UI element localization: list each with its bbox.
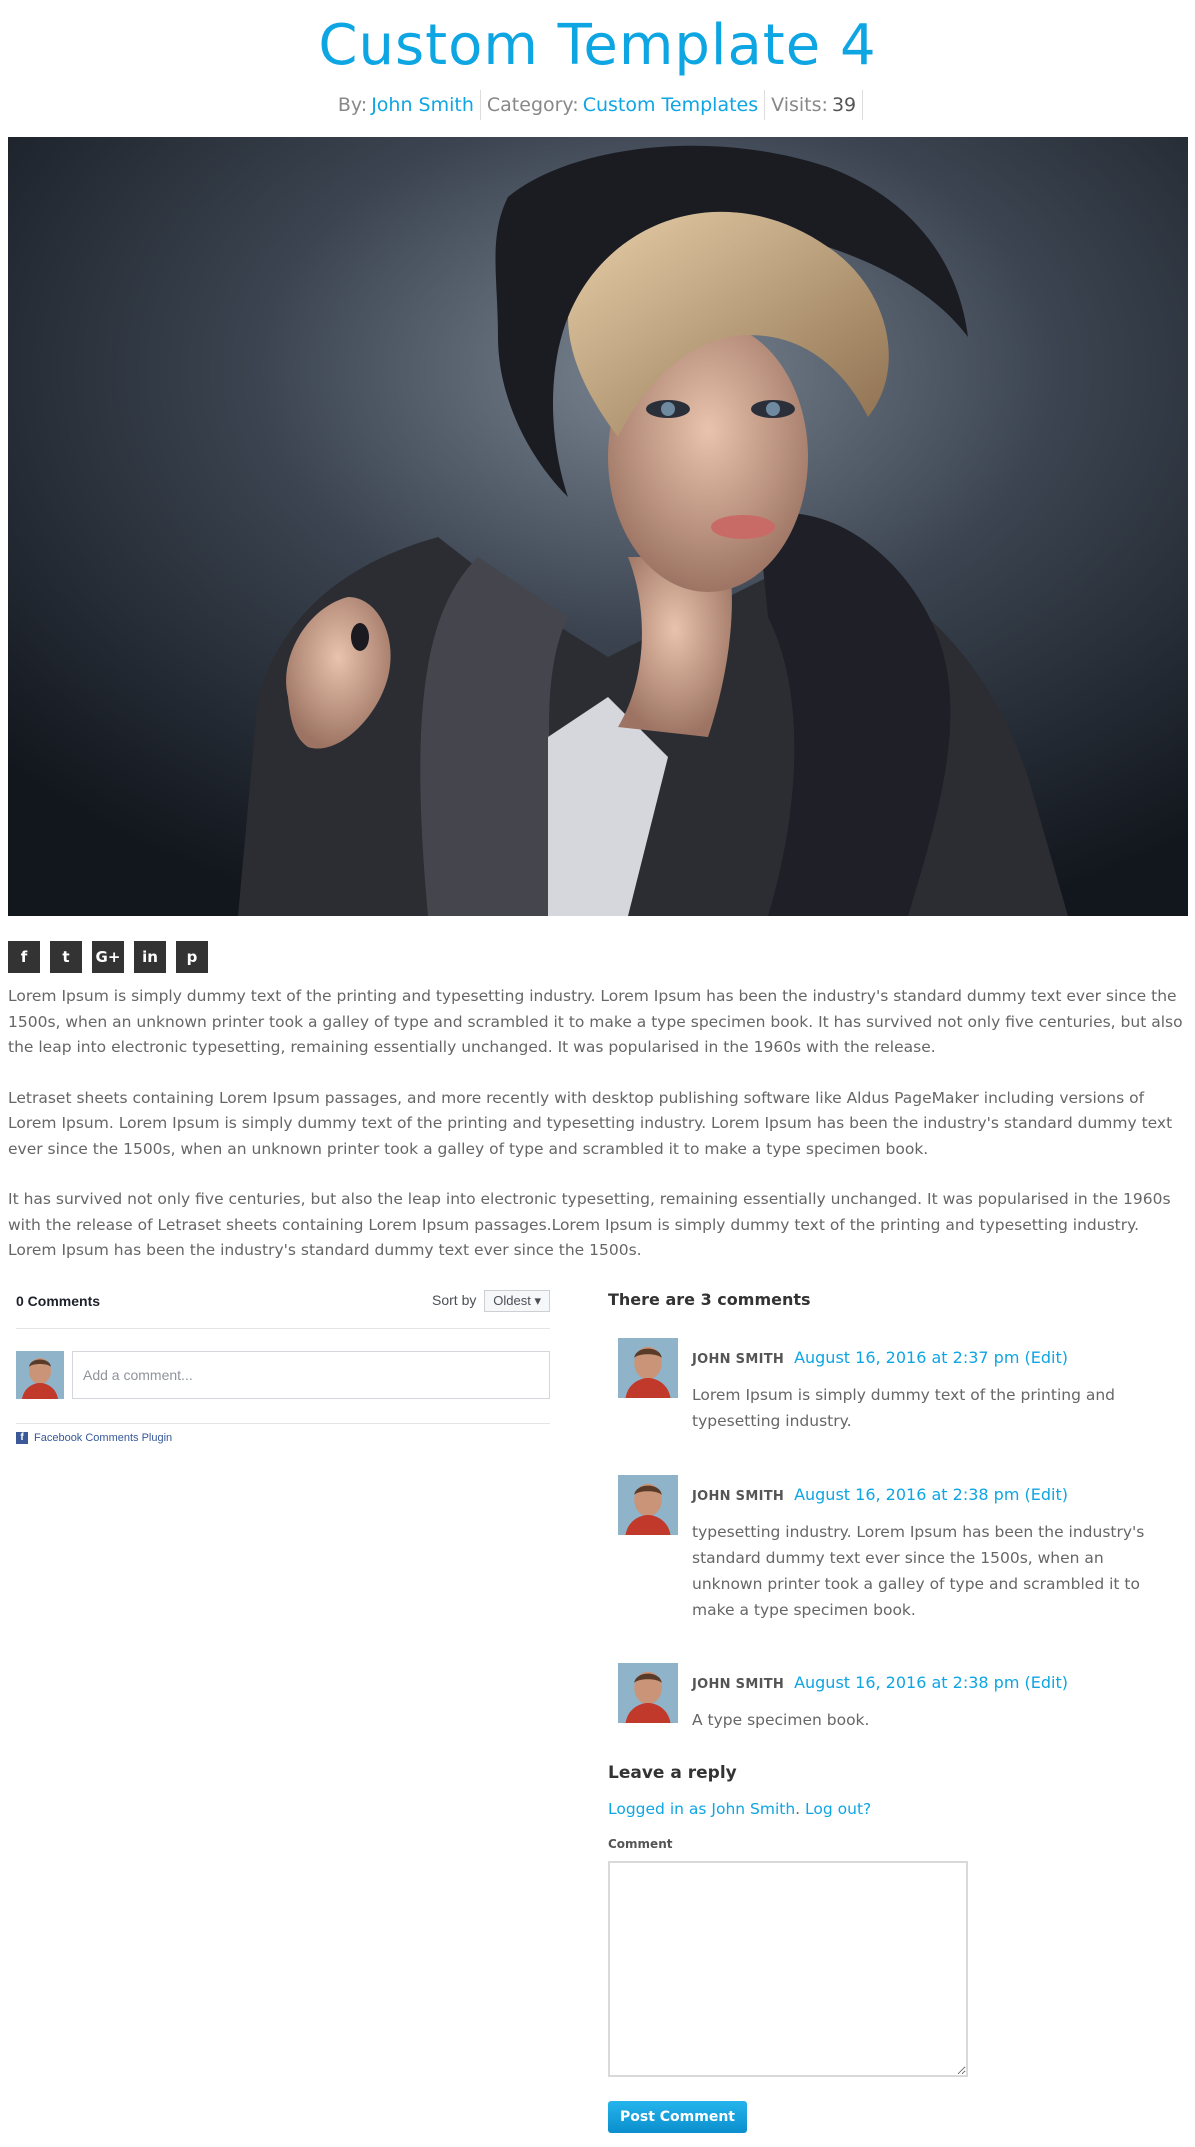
- comment-text: A type specimen book.: [692, 1711, 870, 1729]
- category-link[interactable]: Custom Templates: [583, 94, 758, 116]
- comments-section: There are 3 comments JOHN SMITH August 16…: [608, 1286, 1188, 1729]
- post-meta: By: John Smith Category: Custom Templates …: [0, 90, 1195, 120]
- facebook-comments-widget: 0 Comments Sort by Oldest ▾ Add a commen…: [16, 1286, 550, 1444]
- fb-comment-input[interactable]: Add a comment...: [72, 1351, 550, 1399]
- comment-meta: JOHN SMITH August 16, 2016 at 2:37 pm (Ed…: [692, 1348, 1068, 1370]
- comment-date-link[interactable]: August 16, 2016 at 2:37 pm: [794, 1348, 1019, 1367]
- comment-edit-link[interactable]: (Edit): [1025, 1485, 1068, 1504]
- comment-date-link[interactable]: August 16, 2016 at 2:38 pm: [794, 1673, 1019, 1692]
- avatar: [618, 1663, 678, 1723]
- fb-header: 0 Comments Sort by Oldest ▾: [16, 1286, 550, 1329]
- share-bar: f t G+ in p: [8, 941, 218, 973]
- fb-sort-label: Sort by: [432, 1292, 477, 1308]
- fb-sort-value: Oldest: [493, 1293, 531, 1308]
- paragraph: Lorem Ipsum is simply dummy text of the …: [8, 987, 1183, 1056]
- featured-image: [8, 137, 1188, 916]
- reply-form: Leave a reply Logged in as John Smith. L…: [608, 1759, 1188, 2133]
- avatar: [618, 1338, 678, 1398]
- pinterest-icon[interactable]: p: [176, 941, 208, 973]
- comment-label: Comment: [608, 1837, 673, 1851]
- google-plus-icon[interactable]: G+: [92, 941, 124, 973]
- meta-category: Category: Custom Templates: [481, 90, 766, 120]
- fb-sort-select[interactable]: Oldest ▾: [484, 1290, 550, 1312]
- category-label: Category:: [486, 94, 579, 116]
- fb-comment-count: 0 Comments: [16, 1293, 101, 1309]
- linkedin-icon[interactable]: in: [134, 941, 166, 973]
- comment-date-link[interactable]: August 16, 2016 at 2:38 pm: [794, 1485, 1019, 1504]
- comments-heading-count: 3 comments: [700, 1290, 811, 1309]
- avatar: [618, 1475, 678, 1535]
- comment-edit-link[interactable]: (Edit): [1025, 1348, 1068, 1367]
- author-label: By:: [337, 94, 368, 116]
- fb-compose-row: Add a comment...: [16, 1351, 550, 1399]
- chevron-down-icon: ▾: [534, 1293, 541, 1308]
- logout-link[interactable]: Log out?: [805, 1800, 871, 1818]
- comment-author: JOHN SMITH: [692, 1677, 785, 1692]
- comments-heading-prefix: There are: [608, 1290, 696, 1309]
- post-page: Custom Template 4 By: John Smith Category…: [0, 0, 1195, 2147]
- author-link[interactable]: John Smith: [371, 94, 474, 116]
- comment-meta: JOHN SMITH August 16, 2016 at 2:38 pm (Ed…: [692, 1673, 1068, 1695]
- visits-count: 39: [831, 94, 857, 116]
- comment-meta: JOHN SMITH August 16, 2016 at 2:38 pm (Ed…: [692, 1485, 1068, 1507]
- meta-visits: Visits: 39: [765, 90, 864, 120]
- reply-heading: Leave a reply: [608, 1763, 737, 1783]
- separator: .: [795, 1800, 806, 1818]
- avatar: [16, 1351, 64, 1399]
- facebook-icon[interactable]: f: [8, 941, 40, 973]
- post-comment-button[interactable]: Post Comment: [608, 2101, 747, 2133]
- visits-label: Visits:: [771, 94, 828, 116]
- fb-footer: f Facebook Comments Plugin: [16, 1423, 550, 1444]
- comment-author: JOHN SMITH: [692, 1352, 785, 1367]
- facebook-icon: f: [16, 1432, 28, 1444]
- comment-text: typesetting industry. Lorem Ipsum has be…: [692, 1523, 1145, 1619]
- meta-author: By: John Smith: [332, 90, 481, 120]
- comment-textarea[interactable]: [608, 1861, 968, 2077]
- fb-sort: Sort by Oldest ▾: [432, 1290, 550, 1312]
- paragraph: It has survived not only five centuries,…: [8, 1190, 1171, 1259]
- twitter-icon[interactable]: t: [50, 941, 82, 973]
- comments-heading: There are 3 comments: [608, 1286, 1188, 1314]
- post-content: Lorem Ipsum is simply dummy text of the …: [8, 984, 1190, 1289]
- comment-text: Lorem Ipsum is simply dummy text of the …: [692, 1386, 1115, 1430]
- logged-in-link[interactable]: Logged in as John Smith: [608, 1800, 795, 1818]
- paragraph: Letraset sheets containing Lorem Ipsum p…: [8, 1088, 1173, 1158]
- fb-plugin-link[interactable]: Facebook Comments Plugin: [34, 1432, 172, 1444]
- comment-edit-link[interactable]: (Edit): [1025, 1673, 1068, 1692]
- post-title: Custom Template 4: [318, 13, 877, 78]
- portrait-illustration: [8, 137, 1188, 916]
- comment-author: JOHN SMITH: [692, 1489, 785, 1504]
- logged-in-line: Logged in as John Smith. Log out?: [608, 1797, 1188, 1821]
